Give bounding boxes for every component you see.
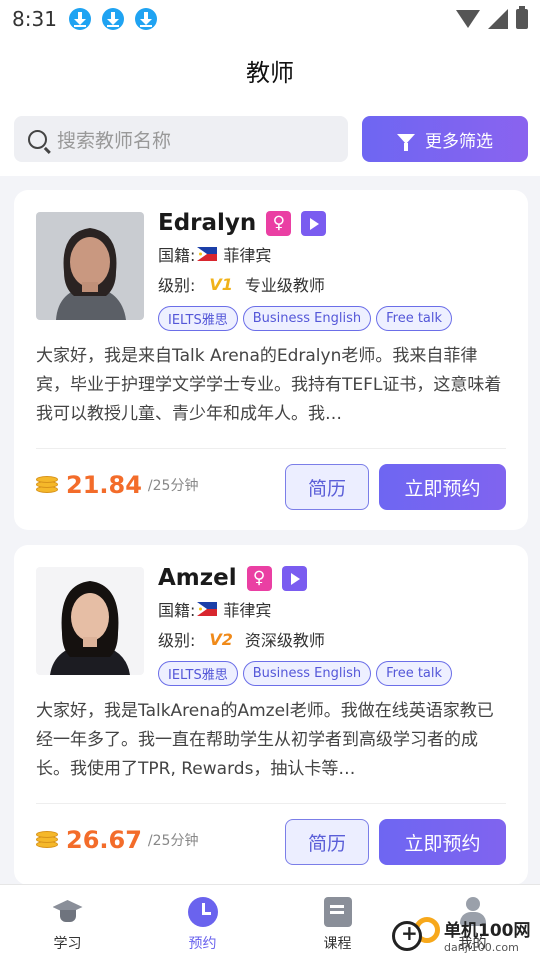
nationality-label: 国籍: xyxy=(158,246,196,265)
watermark-text: 单机100网 danji100.com xyxy=(444,916,531,954)
status-time: 8:31 xyxy=(12,7,57,31)
search-icon xyxy=(28,129,47,149)
resume-button[interactable]: 简历 xyxy=(285,819,369,865)
nationality-value: 菲律宾 xyxy=(223,601,272,620)
nationality-value: 菲律宾 xyxy=(223,246,272,265)
level-row: 级别: V1 专业级教师 xyxy=(158,272,325,296)
tag: Business English xyxy=(242,306,372,331)
teacher-avatar xyxy=(36,212,144,320)
battery-icon xyxy=(516,6,528,29)
divider xyxy=(36,448,506,449)
nav-item-booking[interactable]: 预约 xyxy=(135,885,270,960)
tag-list: IELTS雅思 Business English Free talk xyxy=(158,661,453,686)
header: 教师 xyxy=(0,38,540,102)
search-input[interactable]: 搜索教师名称 xyxy=(14,116,348,162)
philippines-flag-icon xyxy=(197,602,218,616)
filter-button-label: 更多筛选 xyxy=(425,131,493,152)
nationality-label: 国籍: xyxy=(158,601,196,620)
level-value: 资深级教师 xyxy=(244,631,325,650)
tag: Free talk xyxy=(376,306,453,331)
page-title: 教师 xyxy=(246,58,294,87)
price-value: 21.84 xyxy=(66,471,142,499)
price-row: 26.67 /25分钟 xyxy=(36,817,198,863)
watermark: 单机100网 danji100.com xyxy=(392,910,540,960)
level-badge-icon: V1 xyxy=(209,274,233,294)
tag: IELTS雅思 xyxy=(158,661,238,686)
video-play-icon[interactable] xyxy=(281,565,307,591)
tag-list: IELTS雅思 Business English Free talk xyxy=(158,306,453,331)
name-row: Edralyn ♀ xyxy=(158,210,327,236)
wifi-icon xyxy=(456,10,480,28)
level-label: 级别: xyxy=(158,631,196,650)
watermark-title: 单机100网 xyxy=(444,921,531,941)
level-value: 专业级教师 xyxy=(244,276,325,295)
watermark-url: danji100.com xyxy=(444,941,519,954)
teacher-avatar xyxy=(36,567,144,675)
level-badge-icon: V2 xyxy=(209,629,233,649)
nav-item-study[interactable]: 学习 xyxy=(0,885,135,960)
course-icon xyxy=(323,897,352,927)
status-icons xyxy=(456,6,528,29)
signal-icon xyxy=(488,9,508,29)
teacher-name: Edralyn xyxy=(158,210,257,236)
status-bar: 8:31 xyxy=(0,0,540,38)
book-now-button[interactable]: 立即预约 xyxy=(379,819,506,865)
teacher-card[interactable]: Amzel ♀ 国籍: 菲律宾 级别: V2 资深级教师 IELTS雅思 Bus… xyxy=(14,545,528,885)
video-play-icon[interactable] xyxy=(301,210,327,236)
teacher-intro: 大家好，我是TalkArena的Amzel老师。我做在线英语家教已经一年多了。我… xyxy=(36,701,494,779)
nationality-row: 国籍: 菲律宾 xyxy=(158,242,271,266)
search-row: 搜索教师名称 更多筛选 xyxy=(0,102,540,176)
price-value: 26.67 xyxy=(66,826,142,854)
nav-label: 学习 xyxy=(53,936,82,952)
coin-icon xyxy=(36,831,58,849)
nav-label: 预约 xyxy=(188,936,217,952)
graduation-cap-icon xyxy=(52,897,84,927)
download-icon xyxy=(134,8,157,30)
level-label: 级别: xyxy=(158,276,196,295)
tag: IELTS雅思 xyxy=(158,306,238,331)
teacher-card[interactable]: Edralyn ♀ 国籍: 菲律宾 级别: V1 专业级教师 IELTS雅思 B… xyxy=(14,190,528,530)
book-now-button[interactable]: 立即预约 xyxy=(379,464,506,510)
filter-button[interactable]: 更多筛选 xyxy=(362,116,528,162)
price-unit: /25分钟 xyxy=(147,478,199,494)
price-unit: /25分钟 xyxy=(147,833,199,849)
level-row: 级别: V2 资深级教师 xyxy=(158,627,325,651)
clock-icon xyxy=(187,897,218,927)
filter-icon xyxy=(397,134,415,151)
download-icon xyxy=(101,8,124,30)
female-icon: ♀ xyxy=(246,565,272,591)
nav-item-courses[interactable]: 课程 xyxy=(270,885,405,960)
teacher-intro: 大家好，我是来自Talk Arena的Edralyn老师。我来自菲律宾，毕业于护… xyxy=(36,346,502,424)
tag: Business English xyxy=(242,661,372,686)
search-placeholder: 搜索教师名称 xyxy=(57,129,172,152)
nav-label: 课程 xyxy=(323,936,352,952)
coin-icon xyxy=(36,476,58,494)
divider xyxy=(36,803,506,804)
philippines-flag-icon xyxy=(197,247,218,261)
teacher-name: Amzel xyxy=(158,565,237,591)
price-row: 21.84 /25分钟 xyxy=(36,462,198,508)
watermark-logo-icon xyxy=(392,913,440,957)
download-icon xyxy=(68,8,91,30)
female-icon: ♀ xyxy=(266,210,292,236)
resume-button[interactable]: 简历 xyxy=(285,464,369,510)
nationality-row: 国籍: 菲律宾 xyxy=(158,597,271,621)
name-row: Amzel ♀ xyxy=(158,565,307,591)
tag: Free talk xyxy=(376,661,453,686)
